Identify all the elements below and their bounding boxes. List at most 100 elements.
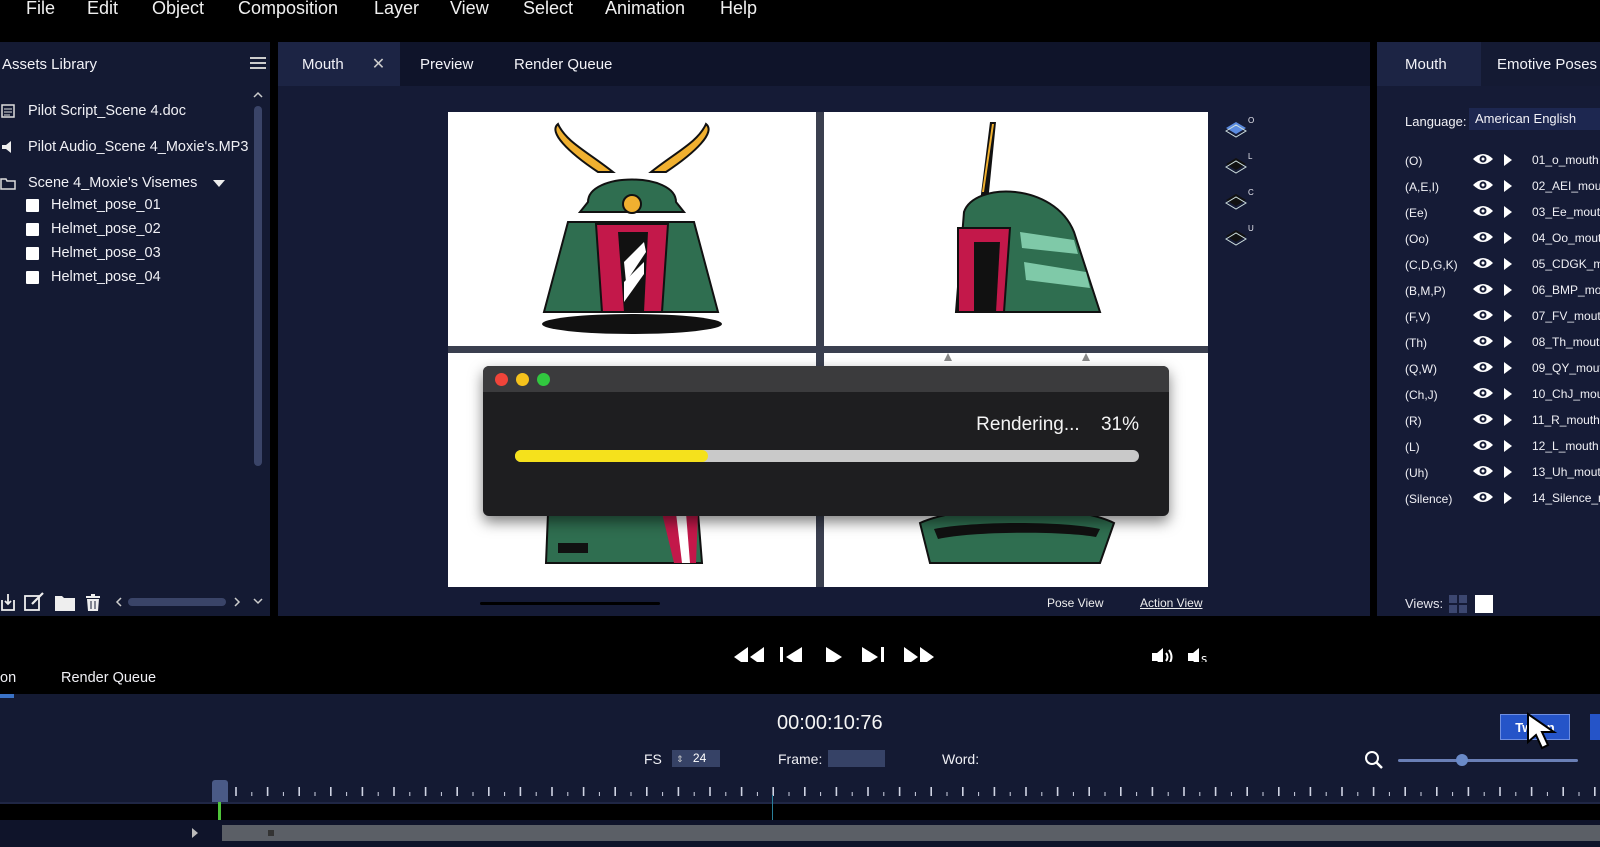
menu-object[interactable]: Object: [152, 0, 204, 19]
language-select[interactable]: American English: [1469, 108, 1600, 130]
close-icon[interactable]: ✕: [372, 54, 385, 74]
trash-icon[interactable]: [85, 594, 101, 612]
viseme-row[interactable]: (B,M,P) 06_BMP_mo: [1377, 280, 1600, 302]
viseme-row[interactable]: (Ee) 03_Ee_mout: [1377, 202, 1600, 224]
eye-icon[interactable]: [1472, 464, 1494, 481]
layer-o-icon[interactable]: [1222, 114, 1262, 144]
minimize-window-button[interactable]: [516, 373, 529, 386]
next-button-partial[interactable]: [1590, 714, 1600, 740]
track-expand-icon[interactable]: [192, 828, 198, 838]
menu-edit[interactable]: Edit: [87, 0, 118, 19]
asset-child-helmet-02[interactable]: Helmet_pose_02: [26, 218, 161, 240]
single-view-icon[interactable]: [1475, 595, 1493, 613]
eye-icon[interactable]: [1472, 360, 1494, 377]
viseme-row[interactable]: (Q,W) 09_QY_mout: [1377, 358, 1600, 380]
expand-triangle-icon[interactable]: [1504, 440, 1512, 452]
expand-triangle-icon[interactable]: [1504, 414, 1512, 426]
expand-triangle-icon[interactable]: [1504, 492, 1512, 504]
eye-icon[interactable]: [1472, 438, 1494, 455]
tab-animation-partial[interactable]: on: [0, 670, 16, 686]
edit-icon[interactable]: [24, 592, 46, 612]
keyframe-marker[interactable]: [268, 830, 274, 836]
tab-preview[interactable]: Preview: [404, 42, 489, 86]
viseme-row[interactable]: (Th) 08_Th_mout: [1377, 332, 1600, 354]
viseme-row[interactable]: (F,V) 07_FV_mout: [1377, 306, 1600, 328]
expand-triangle-icon[interactable]: [1504, 154, 1512, 166]
expand-triangle-icon[interactable]: [1504, 284, 1512, 296]
expand-triangle-icon[interactable]: [1504, 310, 1512, 322]
folder-icon[interactable]: [54, 594, 76, 612]
eye-icon[interactable]: [1472, 256, 1494, 273]
scroll-thumb[interactable]: [254, 106, 262, 466]
viseme-row[interactable]: (O) 01_o_mouth: [1377, 150, 1600, 172]
eye-icon[interactable]: [1472, 490, 1494, 507]
zoom-icon[interactable]: [1364, 750, 1384, 770]
asset-item-audio[interactable]: Pilot Audio_Scene 4_Moxie's.MP3: [0, 136, 248, 158]
viseme-row[interactable]: (A,E,I) 02_AEI_mou: [1377, 176, 1600, 198]
eye-icon[interactable]: [1472, 282, 1494, 299]
assets-horizontal-scrollbar[interactable]: [112, 594, 244, 610]
assets-vertical-scrollbar[interactable]: [252, 90, 264, 610]
eye-icon[interactable]: [1472, 204, 1494, 221]
playhead-handle[interactable]: [212, 780, 228, 802]
fs-stepper[interactable]: ⇕ 24: [672, 750, 720, 767]
asset-child-helmet-03[interactable]: Helmet_pose_03: [26, 242, 161, 264]
viseme-row[interactable]: (Silence) 14_Silence_m: [1377, 488, 1600, 510]
scroll-down-icon[interactable]: [252, 596, 264, 606]
expand-triangle-icon[interactable]: [1504, 232, 1512, 244]
scroll-left-icon[interactable]: [114, 594, 124, 610]
checkbox[interactable]: [26, 246, 39, 260]
scroll-up-icon[interactable]: [252, 90, 264, 100]
eye-icon[interactable]: [1472, 178, 1494, 195]
expand-triangle-icon[interactable]: [1504, 258, 1512, 270]
canvas-scroll-thumb[interactable]: [480, 602, 660, 605]
grid-view-icon[interactable]: [1449, 595, 1467, 618]
expand-triangle-icon[interactable]: [1504, 180, 1512, 192]
scroll-right-icon[interactable]: [232, 594, 242, 610]
viseme-row[interactable]: (L) 12_L_mouth: [1377, 436, 1600, 458]
helmet-pose-front[interactable]: [448, 112, 816, 346]
track-lane[interactable]: [222, 825, 1600, 841]
menu-animation[interactable]: Animation: [605, 0, 685, 19]
expand-triangle-icon[interactable]: [1504, 362, 1512, 374]
menu-select[interactable]: Select: [523, 0, 573, 19]
expand-triangle-icon[interactable]: [1504, 336, 1512, 348]
viseme-row[interactable]: (R) 11_R_mouth: [1377, 410, 1600, 432]
viseme-row[interactable]: (Uh) 13_Uh_mout: [1377, 462, 1600, 484]
asset-item-visemes-folder[interactable]: Scene 4_Moxie's Visemes: [0, 172, 226, 194]
checkbox[interactable]: [26, 270, 39, 284]
menu-layer[interactable]: Layer: [374, 0, 419, 19]
zoom-slider[interactable]: [1398, 759, 1578, 762]
frame-input[interactable]: [828, 750, 885, 767]
eye-icon[interactable]: [1472, 412, 1494, 429]
checkbox[interactable]: [26, 222, 39, 236]
scroll-thumb[interactable]: [128, 598, 226, 606]
eye-icon[interactable]: [1472, 152, 1494, 169]
checkbox[interactable]: [26, 198, 39, 212]
close-window-button[interactable]: [495, 373, 508, 386]
layer-u-icon[interactable]: [1222, 222, 1262, 252]
layer-l-icon[interactable]: [1222, 150, 1262, 180]
tab-mouth[interactable]: Mouth ✕: [278, 42, 400, 86]
eye-icon[interactable]: [1472, 308, 1494, 325]
hamburger-menu-icon[interactable]: [250, 56, 266, 75]
eye-icon[interactable]: [1472, 386, 1494, 403]
import-icon[interactable]: [0, 592, 16, 612]
expand-triangle-icon[interactable]: [1504, 388, 1512, 400]
stepper-arrows-icon[interactable]: ⇕: [676, 754, 684, 764]
asset-item-script[interactable]: Pilot Script_Scene 4.doc: [0, 100, 186, 122]
layer-c-icon[interactable]: [1222, 186, 1262, 216]
expand-triangle-icon[interactable]: [1504, 466, 1512, 478]
viseme-row[interactable]: (Ch,J) 10_ChJ_mou: [1377, 384, 1600, 406]
chevron-down-icon[interactable]: [213, 179, 226, 187]
asset-child-helmet-01[interactable]: Helmet_pose_01: [26, 194, 161, 216]
asset-child-helmet-04[interactable]: Helmet_pose_04: [26, 266, 161, 288]
tab-emotive-poses[interactable]: Emotive Poses: [1481, 42, 1600, 86]
menu-view[interactable]: View: [450, 0, 489, 19]
expand-triangle-icon[interactable]: [1504, 206, 1512, 218]
viseme-row[interactable]: (Oo) 04_Oo_mout: [1377, 228, 1600, 250]
tab-render-queue[interactable]: Render Queue: [498, 42, 628, 86]
helmet-pose-side[interactable]: [824, 112, 1208, 346]
eye-icon[interactable]: [1472, 230, 1494, 247]
menu-composition[interactable]: Composition: [238, 0, 338, 19]
